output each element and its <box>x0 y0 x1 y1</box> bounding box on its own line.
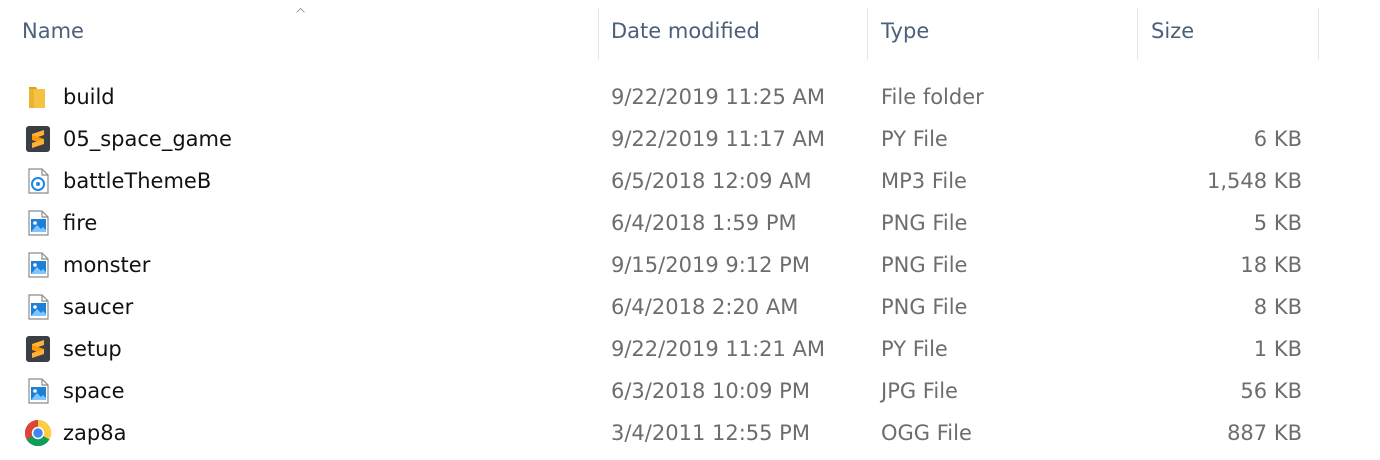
column-header-date-label: Date modified <box>611 19 760 43</box>
file-size: 887 KB <box>1227 421 1302 445</box>
file-name: build <box>63 85 115 109</box>
file-name: 05_space_game <box>63 127 232 151</box>
file-size: 8 KB <box>1253 295 1302 319</box>
file-type: PNG File <box>881 253 968 277</box>
image-file-icon <box>24 209 52 237</box>
image-file-icon <box>24 293 52 321</box>
file-row[interactable]: saucer 6/4/2018 2:20 AM PNG File 8 KB <box>0 286 1320 328</box>
image-file-icon <box>24 377 52 405</box>
file-row[interactable]: battleThemeB 6/5/2018 12:09 AM MP3 File 1,5… <box>0 160 1320 202</box>
file-date-modified: 6/3/2018 10:09 PM <box>611 379 810 403</box>
file-name: space <box>63 379 125 403</box>
column-header-type[interactable]: Type <box>868 0 1137 62</box>
file-row[interactable]: zap8a 3/4/2011 12:55 PM OGG File 887 KB <box>0 412 1320 454</box>
folder-icon <box>24 83 52 111</box>
file-date-modified: 9/15/2019 9:12 PM <box>611 253 810 277</box>
file-type: OGG File <box>881 421 972 445</box>
file-type: PY File <box>881 127 948 151</box>
file-date-modified: 6/5/2018 12:09 AM <box>611 169 812 193</box>
file-row[interactable]: 05_space_game 9/22/2019 11:17 AM PY File 6 … <box>0 118 1320 160</box>
file-row[interactable]: setup 9/22/2019 11:21 AM PY File 1 KB <box>0 328 1320 370</box>
file-size: 56 KB <box>1240 379 1302 403</box>
file-type: MP3 File <box>881 169 967 193</box>
column-header-name-label: Name <box>22 19 84 43</box>
file-date-modified: 6/4/2018 1:59 PM <box>611 211 797 235</box>
file-size: 18 KB <box>1240 253 1302 277</box>
file-name: battleThemeB <box>63 169 212 193</box>
file-name: zap8a <box>63 421 127 445</box>
column-header-size-label: Size <box>1151 19 1195 43</box>
file-row[interactable]: monster 9/15/2019 9:12 PM PNG File 18 KB <box>0 244 1320 286</box>
column-header-type-label: Type <box>881 19 930 43</box>
chrome-icon <box>24 419 52 447</box>
file-type: JPG File <box>881 379 958 403</box>
file-size: 1 KB <box>1253 337 1302 361</box>
file-size: 5 KB <box>1253 211 1302 235</box>
file-name: saucer <box>63 295 134 319</box>
sublime-text-icon <box>24 125 52 153</box>
file-size: 1,548 KB <box>1207 169 1302 193</box>
file-name: setup <box>63 337 122 361</box>
file-size <box>1138 76 1302 118</box>
file-date-modified: 9/22/2019 11:17 AM <box>611 127 826 151</box>
file-row[interactable]: fire 6/4/2018 1:59 PM PNG File 5 KB <box>0 202 1320 244</box>
file-row[interactable]: space 6/3/2018 10:09 PM JPG File 56 KB <box>0 370 1320 412</box>
file-type: File folder <box>881 85 984 109</box>
audio-file-icon <box>24 167 52 195</box>
file-list: build 9/22/2019 11:25 AM File folder 05_spa… <box>0 76 1380 454</box>
file-date-modified: 3/4/2011 12:55 PM <box>611 421 810 445</box>
file-name: fire <box>63 211 98 235</box>
image-file-icon <box>24 251 52 279</box>
file-size: 6 KB <box>1253 127 1302 151</box>
file-date-modified: 9/22/2019 11:21 AM <box>611 337 826 361</box>
column-divider[interactable] <box>1318 8 1319 60</box>
column-header-size[interactable]: Size <box>1138 0 1318 62</box>
column-header-bar: Name Date modified Type Size <box>0 0 1380 62</box>
file-row[interactable]: build 9/22/2019 11:25 AM File folder <box>0 76 1320 118</box>
file-date-modified: 9/22/2019 11:25 AM <box>611 85 826 109</box>
file-type: PY File <box>881 337 948 361</box>
sublime-text-icon <box>24 335 52 363</box>
file-type: PNG File <box>881 295 968 319</box>
file-type: PNG File <box>881 211 968 235</box>
column-header-date-modified[interactable]: Date modified <box>599 0 867 62</box>
sort-up-chevron-icon <box>296 7 305 13</box>
file-date-modified: 6/4/2018 2:20 AM <box>611 295 799 319</box>
file-name: monster <box>63 253 151 277</box>
